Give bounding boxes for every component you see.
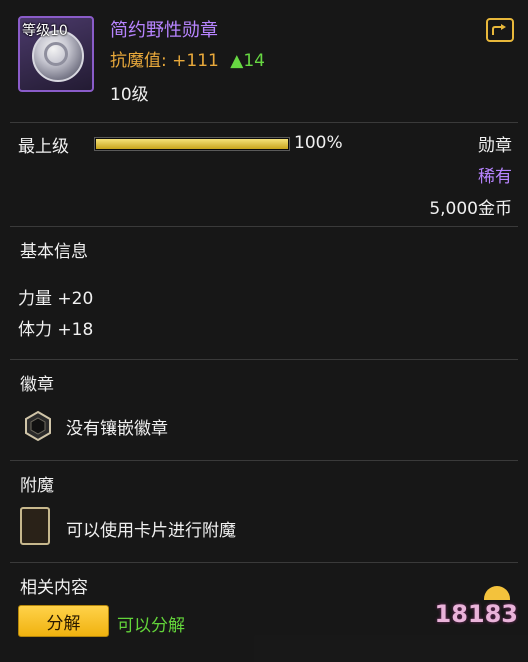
divider (10, 359, 518, 360)
watermark-logo: 18183 (434, 600, 519, 628)
stat-value: +111 (172, 51, 219, 71)
item-icon-frame: 等级10 (18, 16, 94, 92)
watermark-sun-icon (484, 586, 510, 600)
divider (10, 226, 518, 227)
emblem-slot-icon (25, 410, 51, 442)
related-title: 相关内容 (20, 578, 88, 598)
item-level-badge: 等级10 (22, 23, 68, 39)
decompose-button[interactable]: 分解 (18, 605, 109, 637)
stat-label: 抗魔值: (110, 51, 167, 71)
upgrade-percent: 100% (294, 133, 343, 153)
emblem-status: 没有镶嵌徽章 (66, 419, 168, 439)
decompose-status: 可以分解 (117, 616, 185, 636)
emblem-title: 徽章 (20, 375, 54, 395)
item-tooltip-panel: 等级10 简约野性勋章 抗魔值: +111 ▲14 10级 最上级 100% 勋… (0, 0, 528, 662)
item-type: 勋章 (478, 136, 512, 156)
stat-increase: ▲14 (230, 51, 265, 71)
enchant-title: 附魔 (20, 476, 54, 496)
divider (10, 460, 518, 461)
item-name: 简约野性勋章 (110, 20, 218, 41)
item-rarity: 稀有 (478, 167, 512, 187)
magic-resist-stat: 抗魔值: +111 ▲14 (110, 46, 265, 71)
item-level-text: 10级 (110, 85, 149, 105)
divider (10, 122, 518, 123)
enchant-hint: 可以使用卡片进行附魔 (66, 521, 236, 541)
card-slot-icon[interactable] (20, 507, 50, 545)
share-button[interactable] (486, 18, 514, 42)
upgrade-progress-bar (94, 137, 290, 151)
upgrade-progress-fill (96, 139, 288, 149)
divider (10, 562, 518, 563)
attribute-vitality: 体力 +18 (18, 320, 94, 340)
item-price: 5,000金币 (429, 199, 512, 219)
upgrade-label: 最上级 (18, 137, 69, 157)
share-icon (492, 24, 506, 35)
attribute-strength: 力量 +20 (18, 289, 94, 309)
basic-info-title: 基本信息 (20, 242, 88, 262)
